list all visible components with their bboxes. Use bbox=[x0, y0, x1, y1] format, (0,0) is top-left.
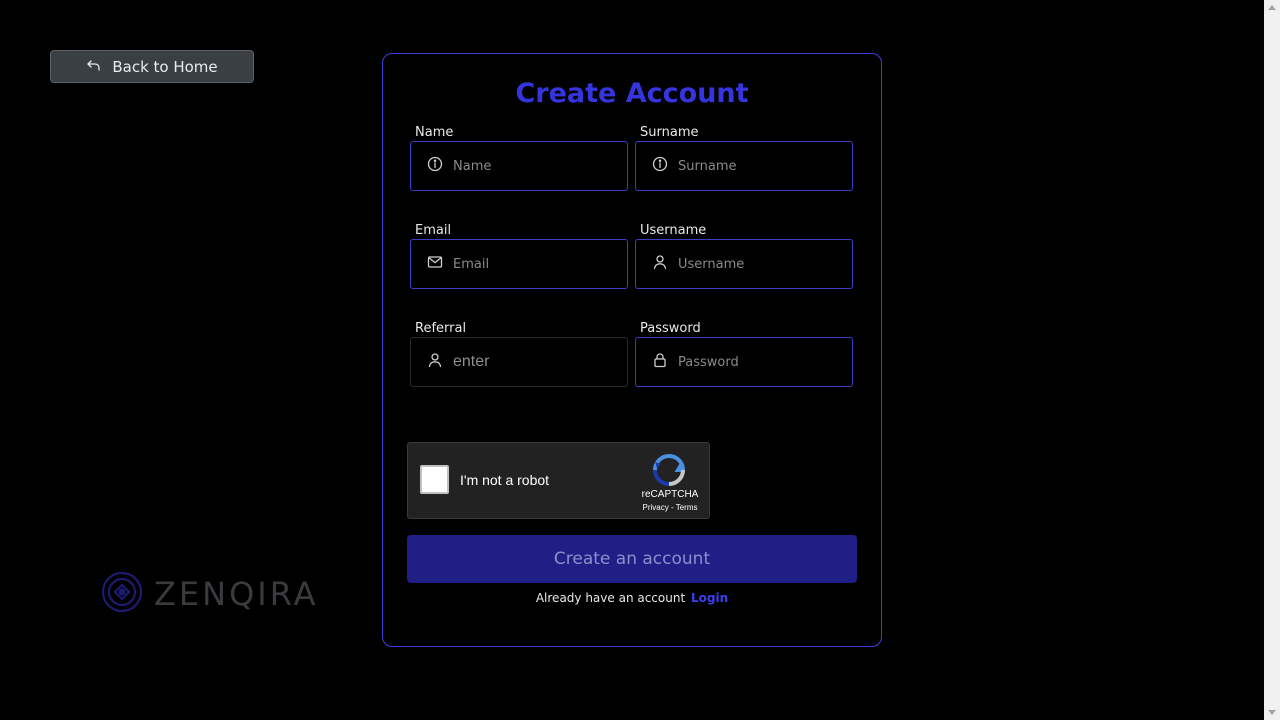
surname-field[interactable] bbox=[635, 141, 853, 191]
email-label: Email bbox=[415, 223, 452, 238]
recaptcha-brand: reCAPTCHA bbox=[641, 489, 699, 500]
surname-field-group: Surname bbox=[635, 125, 853, 191]
recaptcha-links[interactable]: Privacy - Terms bbox=[630, 503, 710, 512]
password-field[interactable] bbox=[635, 337, 853, 387]
surname-label: Surname bbox=[640, 125, 699, 140]
lock-icon bbox=[652, 352, 668, 372]
recaptcha-widget: I'm not a robot reCAPTCHA Privacy - Term… bbox=[407, 442, 710, 519]
page-scrollbar[interactable] bbox=[1264, 0, 1280, 720]
user-icon bbox=[427, 352, 443, 372]
logo-wordmark: ZENQIRA bbox=[154, 575, 319, 613]
recaptcha-label: I'm not a robot bbox=[460, 472, 550, 488]
username-field[interactable] bbox=[635, 239, 853, 289]
referral-label: Referral bbox=[415, 321, 467, 336]
undo-arrow-icon bbox=[86, 57, 102, 77]
create-account-card: Create Account Name Surname bbox=[382, 53, 882, 647]
recaptcha-checkbox[interactable] bbox=[420, 465, 449, 494]
user-icon bbox=[652, 254, 668, 274]
referral-input[interactable] bbox=[453, 353, 603, 371]
email-input[interactable] bbox=[453, 256, 603, 272]
scroll-up-icon[interactable] bbox=[1268, 5, 1276, 10]
name-label: Name bbox=[415, 125, 454, 140]
info-icon bbox=[652, 156, 668, 176]
login-prompt-line: Already have an account Login bbox=[383, 591, 881, 605]
name-input[interactable] bbox=[453, 158, 603, 174]
create-account-button[interactable]: Create an account bbox=[407, 535, 857, 583]
zenqira-logo-icon bbox=[100, 570, 144, 618]
password-field-group: Password bbox=[635, 321, 853, 387]
email-field-group: Email bbox=[410, 223, 628, 289]
login-prompt-text: Already have an account bbox=[535, 591, 686, 605]
brand-logo: ZENQIRA bbox=[100, 570, 319, 618]
surname-input[interactable] bbox=[678, 158, 828, 174]
password-label: Password bbox=[640, 321, 701, 336]
referral-field-group: Referral bbox=[410, 321, 628, 387]
name-field-group: Name bbox=[410, 125, 628, 191]
password-input[interactable] bbox=[678, 354, 828, 370]
login-link[interactable]: Login bbox=[691, 591, 728, 605]
mail-icon bbox=[427, 254, 443, 274]
username-input[interactable] bbox=[678, 256, 828, 272]
scroll-down-icon[interactable] bbox=[1268, 710, 1276, 715]
referral-field[interactable] bbox=[410, 337, 628, 387]
username-field-group: Username bbox=[635, 223, 853, 289]
username-label: Username bbox=[640, 223, 707, 238]
back-to-home-label: Back to Home bbox=[112, 57, 218, 76]
email-field[interactable] bbox=[410, 239, 628, 289]
recaptcha-icon bbox=[652, 453, 686, 487]
name-field[interactable] bbox=[410, 141, 628, 191]
info-icon bbox=[427, 156, 443, 176]
page-title: Create Account bbox=[515, 78, 749, 109]
back-to-home-button[interactable]: Back to Home bbox=[50, 50, 254, 83]
